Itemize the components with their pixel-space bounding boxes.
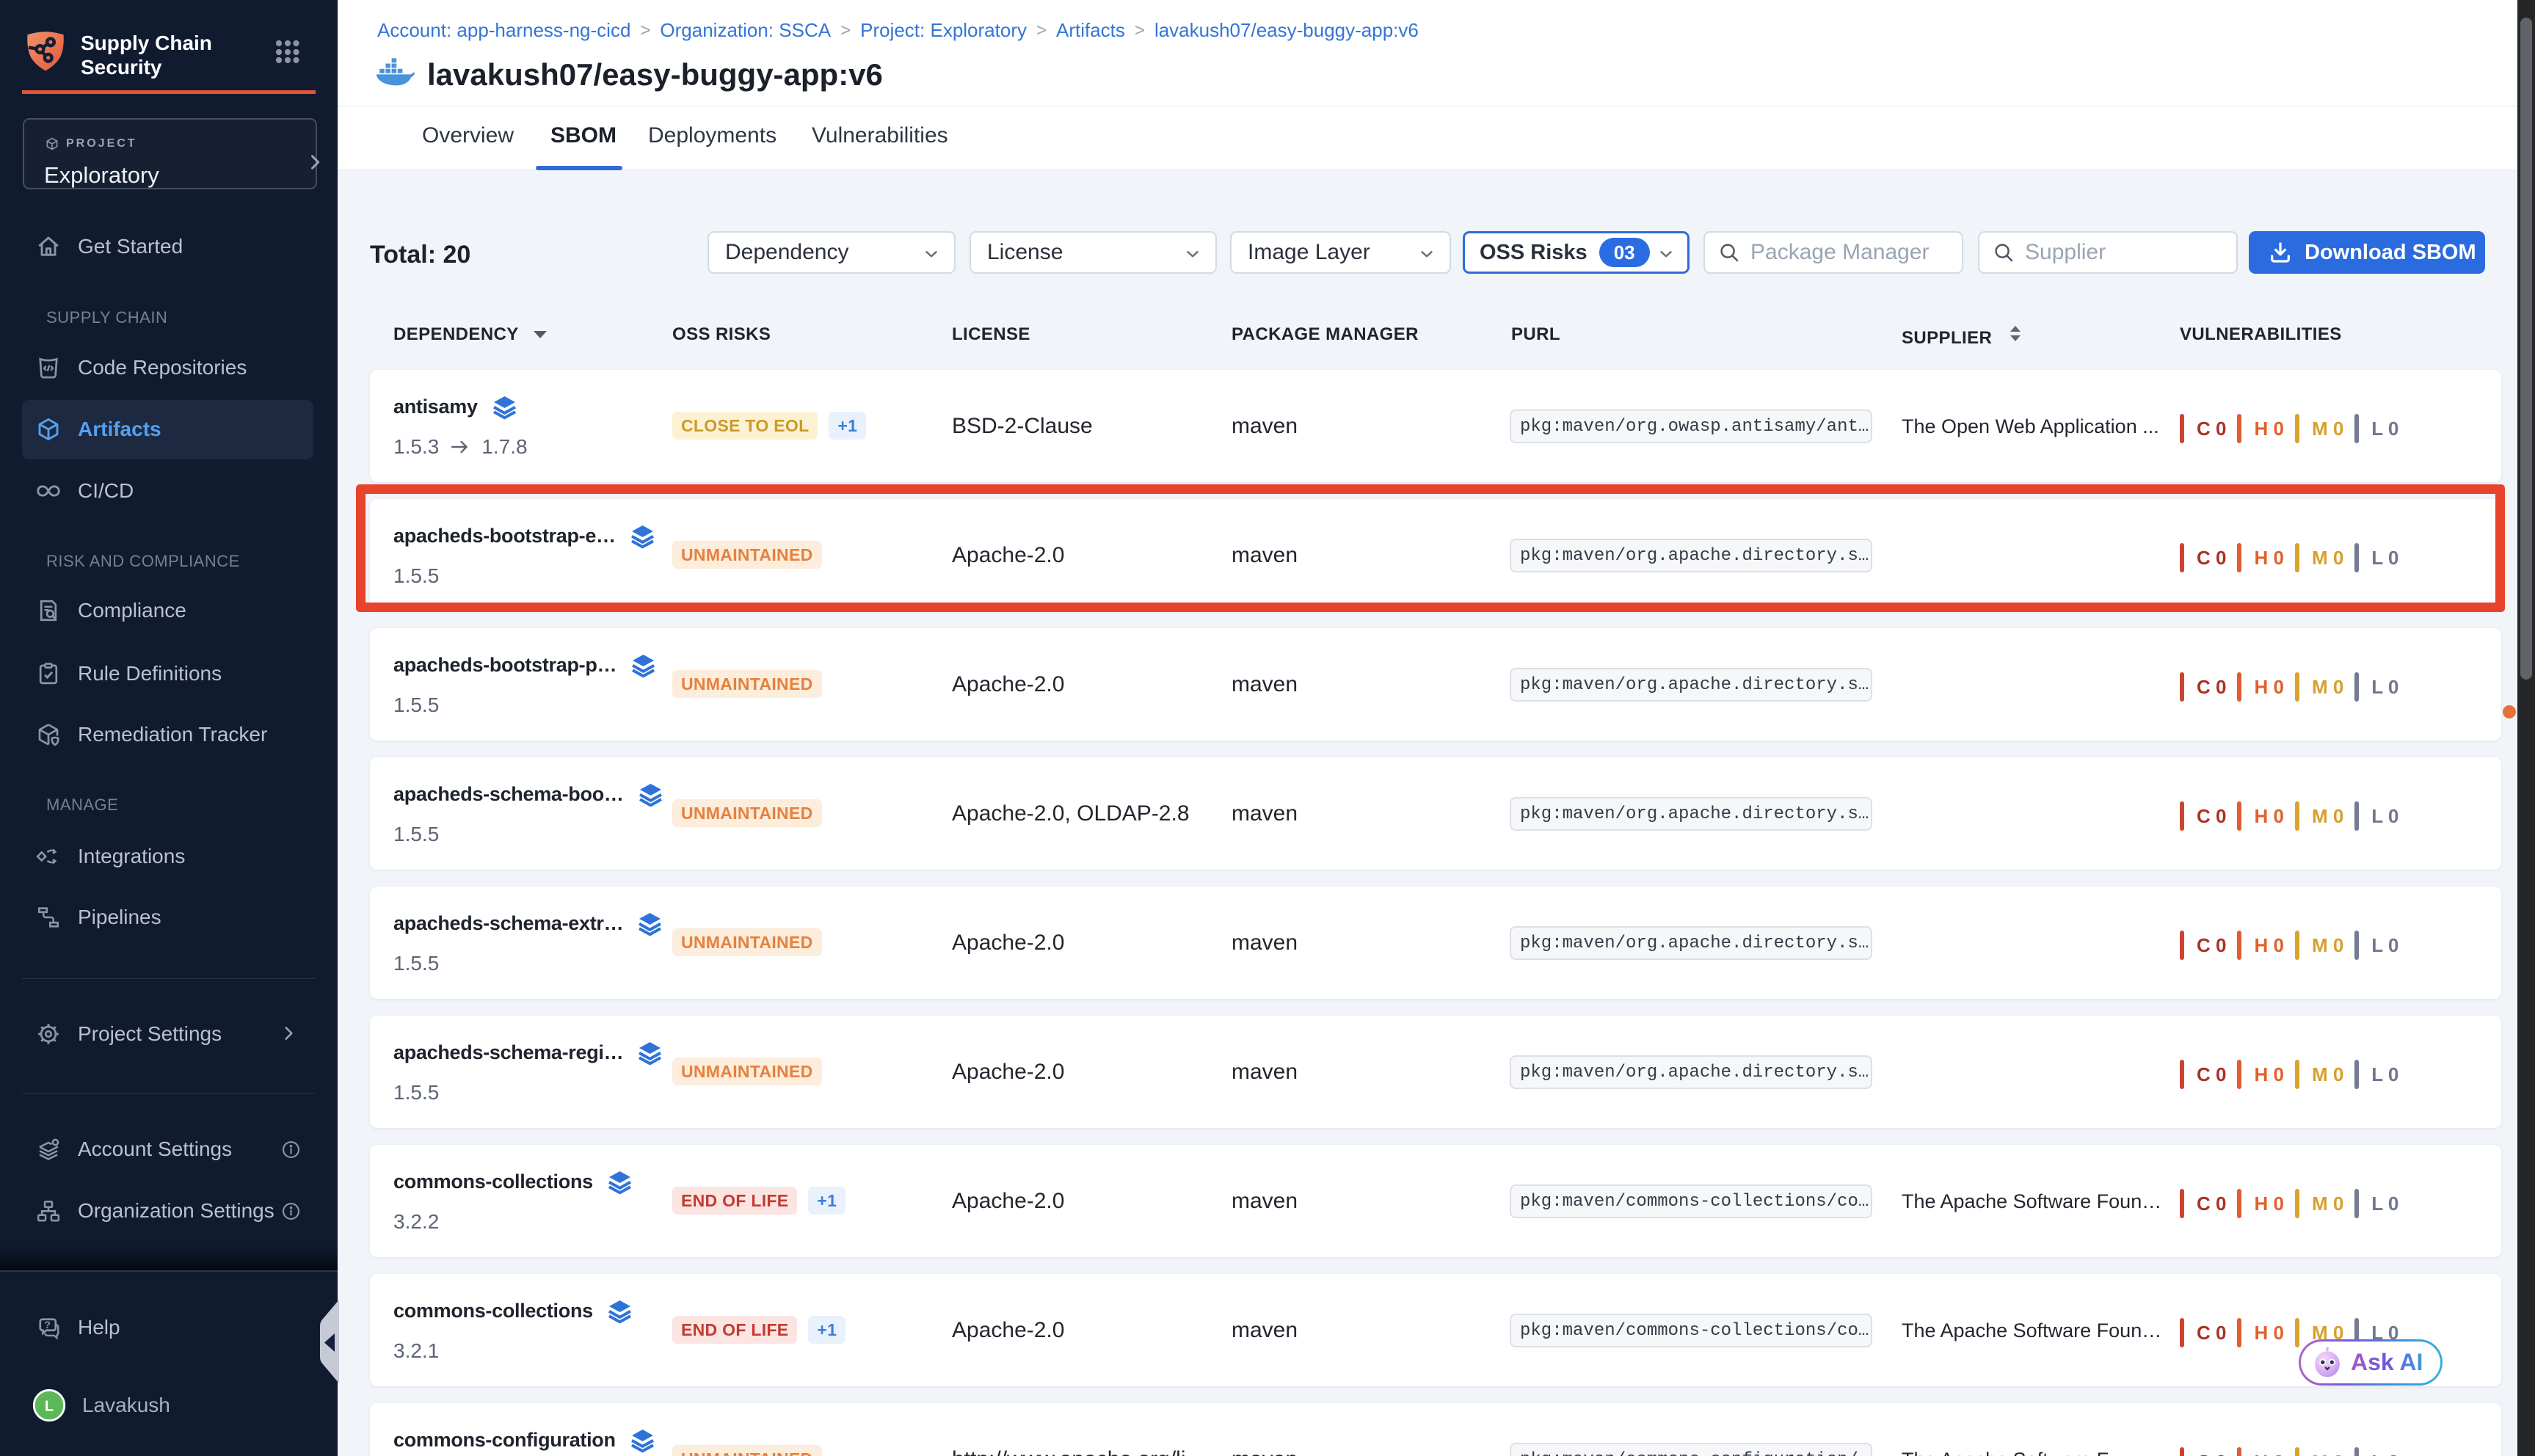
svg-text:Ask AI: Ask AI bbox=[2351, 1349, 2423, 1375]
svg-text:L: L bbox=[45, 1398, 54, 1414]
svg-text:?: ? bbox=[44, 1320, 51, 1331]
